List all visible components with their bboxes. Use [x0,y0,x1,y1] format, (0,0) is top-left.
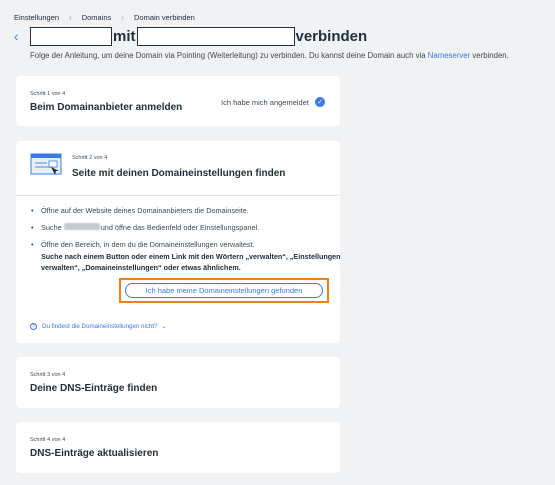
back-chevron-icon[interactable]: ‹ [14,29,30,44]
nameserver-link[interactable]: Nameserver [428,51,470,60]
breadcrumb-item-domains[interactable]: Domains [82,13,112,22]
help-circle-icon: ? [30,323,37,330]
redacted-site-name [136,26,295,46]
step-title: Beim Domainanbieter anmelden [30,102,183,113]
browser-settings-icon [30,153,62,175]
step-label: Schritt 2 von 4 [72,155,108,161]
step-1-card[interactable]: Schritt 1 von 4 Beim Domainanbieter anme… [16,76,340,126]
list-item: • Öffne auf der Website deines Domainanbi… [31,206,249,215]
title-connector: mit [113,27,136,45]
breadcrumb-item-current: Domain verbinden [133,13,195,22]
check-circle-icon: ✓ [315,97,325,107]
settings-found-button[interactable]: Ich habe meine Domaineinstellungen gefun… [125,283,323,298]
search-hint: Suche nach einem Button oder einem Link … [41,252,341,272]
step-2-card: Schritt 2 von 4 Seite mit deinen Domaine… [16,141,341,343]
step-title: DNS-Einträge aktualisieren [30,448,159,459]
step-3-card[interactable]: Schritt 3 von 4 Deine DNS-Einträge finde… [16,357,340,408]
chevron-right-icon: › [121,13,124,22]
step-4-card[interactable]: Schritt 4 von 4 DNS-Einträge aktualisier… [16,422,340,473]
divider [16,195,340,196]
help-link[interactable]: ? Du findest die Domaineinstellungen nic… [30,323,167,330]
logged-in-label: Ich habe mich angemeldet [221,97,309,107]
redacted-domain-text [63,223,100,230]
help-link-label: Du findest die Domaineinstellungen nicht… [42,323,158,330]
step-label: Schritt 4 von 4 [30,437,66,443]
logged-in-status: Ich habe mich angemeldet ✓ [221,97,325,107]
redacted-domain [30,26,112,46]
chevron-down-icon: ⌄ [161,324,167,330]
subtitle-suffix: verbinden. [470,51,509,60]
subtitle-text: Folge der Anleitung, um deine Domain via… [30,51,428,60]
step-label: Schritt 1 von 4 [30,91,66,97]
breadcrumb-item-settings[interactable]: Einstellungen [14,13,59,22]
title-verb: verbinden [295,27,368,45]
page-subtitle: Folge der Anleitung, um deine Domain via… [30,51,509,60]
breadcrumb: Einstellungen › Domains › Domain verbind… [14,13,195,22]
step-title: Seite mit deinen Domaineinstellungen fin… [72,168,286,179]
highlight-box: Ich habe meine Domaineinstellungen gefun… [119,278,329,303]
chevron-right-icon: › [69,13,72,22]
step-label: Schritt 3 von 4 [30,372,66,378]
list-item: • Öffne den Bereich, in dem du die Domain… [31,240,255,249]
step-title: Deine DNS-Einträge finden [30,383,158,394]
list-item: • Suche und öffne das Bedienfeld oder Eins… [31,223,260,232]
page-title: ‹ mit verbinden [14,26,368,46]
